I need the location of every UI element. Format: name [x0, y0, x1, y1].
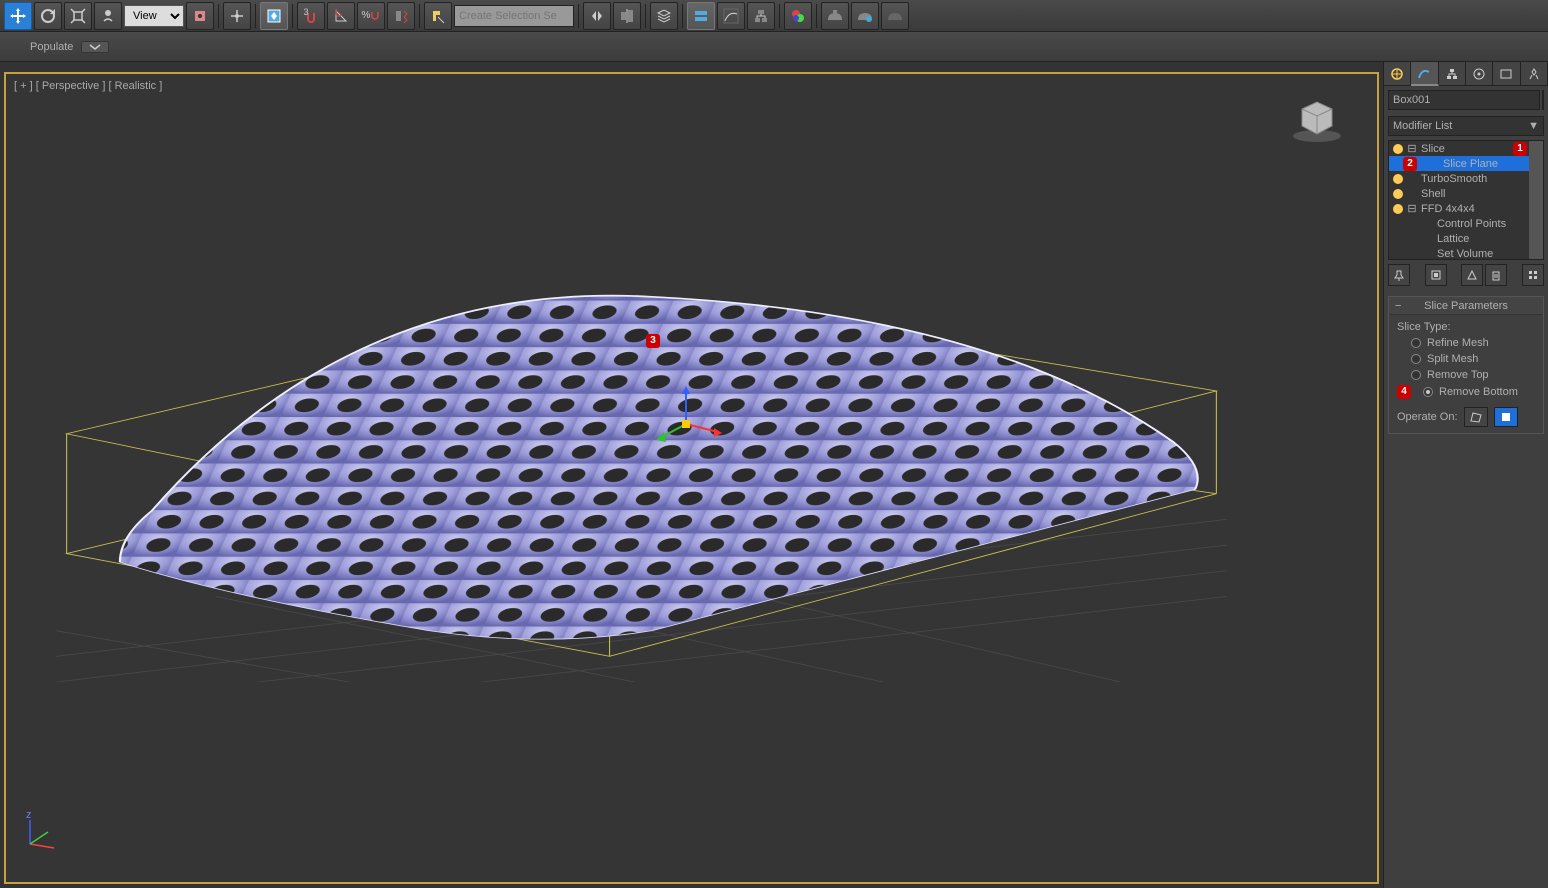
ref-coord-system-dropdown[interactable]: View: [124, 5, 184, 27]
annotation-4: 4: [1397, 385, 1411, 399]
move-tool-button[interactable]: [4, 2, 32, 30]
configure-modifier-sets-button[interactable]: [1522, 264, 1544, 286]
select-manipulate-button[interactable]: [223, 2, 251, 30]
schematic-view-button[interactable]: [747, 2, 775, 30]
object-color-swatch[interactable]: [1542, 90, 1544, 110]
operate-on-mesh-button[interactable]: [1494, 407, 1518, 427]
annotation-1: 1: [1513, 142, 1527, 156]
scale-tool-button[interactable]: [64, 2, 92, 30]
motion-tab-button[interactable]: [1466, 62, 1493, 86]
remove-top-radio[interactable]: Remove Top: [1411, 369, 1535, 381]
modifier-stack-toolbar: [1388, 264, 1544, 288]
radio-icon: [1411, 354, 1421, 364]
modifier-shell[interactable]: Shell: [1389, 186, 1529, 201]
modifier-slice[interactable]: ⊟ Slice 1: [1389, 141, 1529, 156]
radio-icon: [1411, 370, 1421, 380]
operate-on-label: Operate On:: [1397, 411, 1458, 423]
annotation-3: 3: [646, 334, 660, 348]
snap-toggle-button[interactable]: 3: [297, 2, 325, 30]
lightbulb-icon[interactable]: [1393, 189, 1403, 199]
angle-snap-button[interactable]: [327, 2, 355, 30]
collapse-icon[interactable]: ⊟: [1407, 142, 1417, 155]
placement-tool-button[interactable]: [94, 2, 122, 30]
collapse-icon[interactable]: ⊟: [1407, 202, 1417, 215]
lightbulb-icon[interactable]: [1393, 144, 1403, 154]
named-selection-set-input[interactable]: [454, 5, 574, 27]
lightbulb-icon[interactable]: [1393, 204, 1403, 214]
object-name-input[interactable]: [1388, 90, 1540, 110]
render-production-button[interactable]: [881, 2, 909, 30]
pivot-center-button[interactable]: [186, 2, 214, 30]
viewport-perspective[interactable]: [ + ] [ Perspective ] [ Realistic ]: [4, 72, 1379, 884]
keyboard-shortcut-override-button[interactable]: [260, 2, 288, 30]
pin-stack-button[interactable]: [1388, 264, 1410, 286]
remove-modifier-button[interactable]: [1485, 264, 1507, 286]
modifier-stack-scrollbar[interactable]: [1529, 141, 1543, 259]
layer-explorer-button[interactable]: [650, 2, 678, 30]
modifier-turbosmooth[interactable]: TurboSmooth: [1389, 171, 1529, 186]
modifier-ffd[interactable]: ⊟ FFD 4x4x4: [1389, 201, 1529, 216]
percent-snap-button[interactable]: %: [357, 2, 385, 30]
ribbon-populate-label[interactable]: Populate: [30, 41, 73, 53]
render-setup-button[interactable]: [821, 2, 849, 30]
refine-mesh-radio[interactable]: Refine Mesh: [1411, 337, 1535, 349]
main-toolbar: View 3 %: [0, 0, 1548, 32]
modify-tab-button[interactable]: [1411, 62, 1438, 86]
command-panel-tabs: [1384, 62, 1548, 86]
toggle-ribbon-button[interactable]: [687, 2, 715, 30]
scene-object-dome[interactable]: [56, 254, 1227, 682]
rollout-header[interactable]: − Slice Parameters: [1389, 297, 1543, 315]
render-frame-button[interactable]: [851, 2, 879, 30]
modifier-slice-plane[interactable]: 2 Slice Plane: [1389, 156, 1529, 171]
modifier-stack[interactable]: ⊟ Slice 1 2 Slice Plane TurboSmooth: [1389, 141, 1529, 259]
annotation-2: 2: [1403, 157, 1417, 171]
svg-text:z: z: [26, 812, 32, 821]
modifier-list-dropdown[interactable]: Modifier List ▼: [1388, 116, 1544, 136]
operate-on-poly-button[interactable]: [1464, 407, 1488, 427]
slice-parameters-rollout: − Slice Parameters Slice Type: Refine Me…: [1388, 296, 1544, 434]
align-button[interactable]: [613, 2, 641, 30]
remove-bottom-radio[interactable]: 4 Remove Bottom: [1403, 385, 1535, 399]
spinner-snap-button[interactable]: [387, 2, 415, 30]
material-editor-button[interactable]: [784, 2, 812, 30]
lightbulb-icon[interactable]: [1393, 174, 1403, 184]
radio-icon: [1423, 387, 1433, 397]
mirror-button[interactable]: [583, 2, 611, 30]
curve-editor-button[interactable]: [717, 2, 745, 30]
show-end-result-button[interactable]: [1425, 264, 1447, 286]
command-panel: Modifier List ▼ ⊟ Slice 1 2 Slice Plane: [1383, 62, 1548, 888]
ribbon-expand-button[interactable]: [81, 41, 109, 53]
make-unique-button[interactable]: [1461, 264, 1483, 286]
radio-icon: [1411, 338, 1421, 348]
utilities-tab-button[interactable]: [1521, 62, 1548, 86]
viewport-label[interactable]: [ + ] [ Perspective ] [ Realistic ]: [14, 80, 162, 92]
slice-type-label: Slice Type:: [1397, 321, 1535, 333]
modifier-ffd-set-volume[interactable]: Set Volume: [1389, 246, 1529, 259]
edit-named-selection-button[interactable]: [424, 2, 452, 30]
split-mesh-radio[interactable]: Split Mesh: [1411, 353, 1535, 365]
rotate-tool-button[interactable]: [34, 2, 62, 30]
hierarchy-tab-button[interactable]: [1439, 62, 1466, 86]
modifier-ffd-control-points[interactable]: Control Points: [1389, 216, 1529, 231]
create-tab-button[interactable]: [1384, 62, 1411, 86]
modifier-ffd-lattice[interactable]: Lattice: [1389, 231, 1529, 246]
viewcube[interactable]: [1287, 94, 1347, 144]
display-tab-button[interactable]: [1493, 62, 1520, 86]
ribbon-bar: Populate: [0, 32, 1548, 62]
viewport-area: [ + ] [ Perspective ] [ Realistic ]: [0, 62, 1383, 888]
world-axis-gizmo: z: [22, 812, 62, 852]
